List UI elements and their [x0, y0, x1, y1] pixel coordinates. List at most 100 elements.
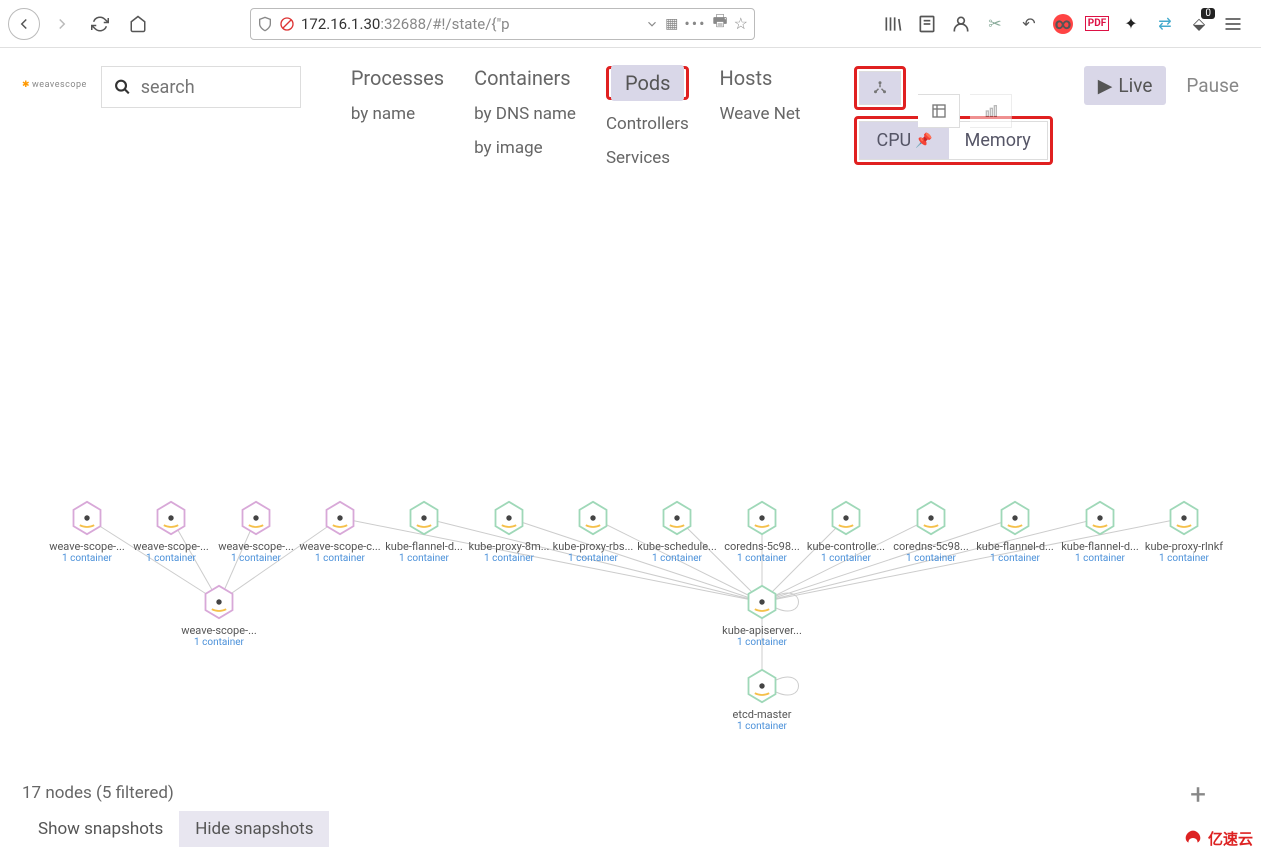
- node-sublabel: 1 container: [889, 553, 973, 564]
- node-shape-icon: [575, 500, 611, 536]
- node-sublabel: 1 container: [382, 553, 466, 564]
- node-label: kube-schedule...: [635, 540, 719, 553]
- graph-node[interactable]: weave-scope-... 1 container: [45, 500, 129, 564]
- forward-button[interactable]: [46, 8, 78, 40]
- watermark: 亿速云: [1182, 827, 1253, 849]
- nav-processes[interactable]: Processes: [351, 66, 444, 90]
- graph-node[interactable]: weave-scope-c... 1 container: [298, 500, 382, 564]
- view-graph-button[interactable]: [859, 71, 901, 105]
- pause-button[interactable]: Pause: [1186, 74, 1239, 97]
- graph-canvas[interactable]: weave-scope-... 1 container weave-scope-…: [0, 200, 1261, 795]
- graph-node[interactable]: weave-scope-... 1 container: [214, 500, 298, 564]
- url-bar[interactable]: 172.16.1.30:32688/#!/state/{"p ▦ ••• 🖶 ☆: [250, 8, 755, 40]
- graph-node[interactable]: kube-apiserver... 1 container: [720, 584, 804, 648]
- graph-node[interactable]: kube-proxy-rlnkf 1 container: [1142, 500, 1226, 564]
- graph-node[interactable]: kube-flannel-d... 1 container: [973, 500, 1057, 564]
- node-shape-icon: [491, 500, 527, 536]
- node-sublabel: 1 container: [551, 553, 635, 564]
- nav-containers[interactable]: Containers: [474, 66, 576, 90]
- node-shape-icon: [828, 500, 864, 536]
- shield-icon: [257, 16, 273, 32]
- graph-node[interactable]: coredns-5c98... 1 container: [720, 500, 804, 564]
- nav-controllers[interactable]: Controllers: [606, 114, 690, 134]
- graph-node[interactable]: kube-proxy-8m... 1 container: [467, 500, 551, 564]
- graph-node[interactable]: kube-flannel-d... 1 container: [1058, 500, 1142, 564]
- graph-node[interactable]: kube-proxy-rbs... 1 container: [551, 500, 635, 564]
- nav-services[interactable]: Services: [606, 148, 690, 168]
- node-sublabel: 1 container: [177, 637, 261, 648]
- node-sublabel: 1 container: [635, 553, 719, 564]
- topology-nav: Processes by name Containers by DNS name…: [351, 66, 801, 168]
- back-button[interactable]: [8, 8, 40, 40]
- highlight-graphview: [854, 66, 906, 110]
- qr-icon[interactable]: ▦: [665, 16, 678, 32]
- graph-node[interactable]: weave-scope-... 1 container: [177, 584, 261, 648]
- node-sublabel: 1 container: [720, 637, 804, 648]
- live-button[interactable]: ▶ Live: [1084, 66, 1167, 105]
- reader-icon[interactable]: [917, 14, 937, 34]
- node-shape-icon: [659, 500, 695, 536]
- url-text: 172.16.1.30:32688/#!/state/{"p: [301, 15, 639, 33]
- node-sublabel: 1 container: [804, 553, 888, 564]
- node-sublabel: 1 container: [720, 721, 804, 732]
- node-sublabel: 1 container: [973, 553, 1057, 564]
- node-shape-icon: [1082, 500, 1118, 536]
- graph-node[interactable]: kube-schedule... 1 container: [635, 500, 719, 564]
- node-shape-icon: [69, 500, 105, 536]
- node-shape-icon: [997, 500, 1033, 536]
- node-count-status: 17 nodes (5 filtered): [22, 783, 1239, 803]
- show-snapshots-button[interactable]: Show snapshots: [22, 811, 179, 847]
- menu-button[interactable]: [1223, 14, 1243, 34]
- printer-icon[interactable]: 🖶: [713, 10, 728, 37]
- nav-containers-bydns[interactable]: by DNS name: [474, 104, 576, 124]
- star-icon[interactable]: ☆: [734, 14, 748, 33]
- graph-node[interactable]: coredns-5c98... 1 container: [889, 500, 973, 564]
- library-icon[interactable]: [883, 14, 903, 34]
- blocked-icon: [279, 16, 295, 32]
- node-label: kube-proxy-rlnkf: [1142, 540, 1226, 553]
- view-resource-button[interactable]: [970, 94, 1012, 128]
- extension-icons: ✂ ↶ ∞ PDF ✦ ⇄ ⬙0: [883, 14, 1253, 34]
- graph-node[interactable]: etcd-master 1 container: [720, 668, 804, 732]
- node-sublabel: 1 container: [1058, 553, 1142, 564]
- puzzle-icon[interactable]: ✦: [1121, 14, 1141, 34]
- app-header: weavescope Processes by name Containers …: [0, 48, 1261, 168]
- account-icon[interactable]: [951, 14, 971, 34]
- node-sublabel: 1 container: [720, 553, 804, 564]
- search-box[interactable]: [101, 66, 301, 108]
- zoom-in-button[interactable]: +: [1190, 778, 1206, 811]
- home-button[interactable]: [122, 8, 154, 40]
- node-label: weave-scope-...: [129, 540, 213, 553]
- highlight-pods: Pods: [606, 66, 690, 100]
- nav-containers-byimage[interactable]: by image: [474, 138, 576, 158]
- nav-weavenet[interactable]: Weave Net: [719, 104, 800, 124]
- node-label: coredns-5c98...: [889, 540, 973, 553]
- undo-icon[interactable]: ↶: [1019, 14, 1039, 34]
- node-shape-icon: [238, 500, 274, 536]
- graph-node[interactable]: kube-controlle... 1 container: [804, 500, 888, 564]
- nav-processes-byname[interactable]: by name: [351, 104, 444, 124]
- nav-hosts[interactable]: Hosts: [719, 66, 800, 90]
- nav-pods[interactable]: Pods: [611, 65, 685, 101]
- reload-button[interactable]: [84, 8, 116, 40]
- search-input[interactable]: [141, 77, 288, 98]
- sync-icon[interactable]: ⇄: [1155, 14, 1175, 34]
- logo: weavescope: [22, 80, 87, 90]
- crop-icon[interactable]: ✂: [985, 14, 1005, 34]
- view-table-button[interactable]: [918, 94, 960, 128]
- graph-node[interactable]: weave-scope-... 1 container: [129, 500, 213, 564]
- more-icon[interactable]: •••: [684, 14, 706, 33]
- pdf-icon[interactable]: PDF: [1087, 14, 1107, 34]
- node-label: kube-apiserver...: [720, 624, 804, 637]
- node-shape-icon: [406, 500, 442, 536]
- hide-snapshots-button[interactable]: Hide snapshots: [179, 811, 329, 847]
- infinity-icon[interactable]: ∞: [1053, 14, 1073, 34]
- node-shape-icon: [322, 500, 358, 536]
- dropdown-icon[interactable]: [645, 17, 659, 31]
- notifications-icon[interactable]: ⬙0: [1189, 14, 1209, 34]
- graph-node[interactable]: kube-flannel-d... 1 container: [382, 500, 466, 564]
- node-label: kube-flannel-d...: [973, 540, 1057, 553]
- node-sublabel: 1 container: [467, 553, 551, 564]
- node-shape-icon: [201, 584, 237, 620]
- pin-icon: 📌: [915, 133, 932, 149]
